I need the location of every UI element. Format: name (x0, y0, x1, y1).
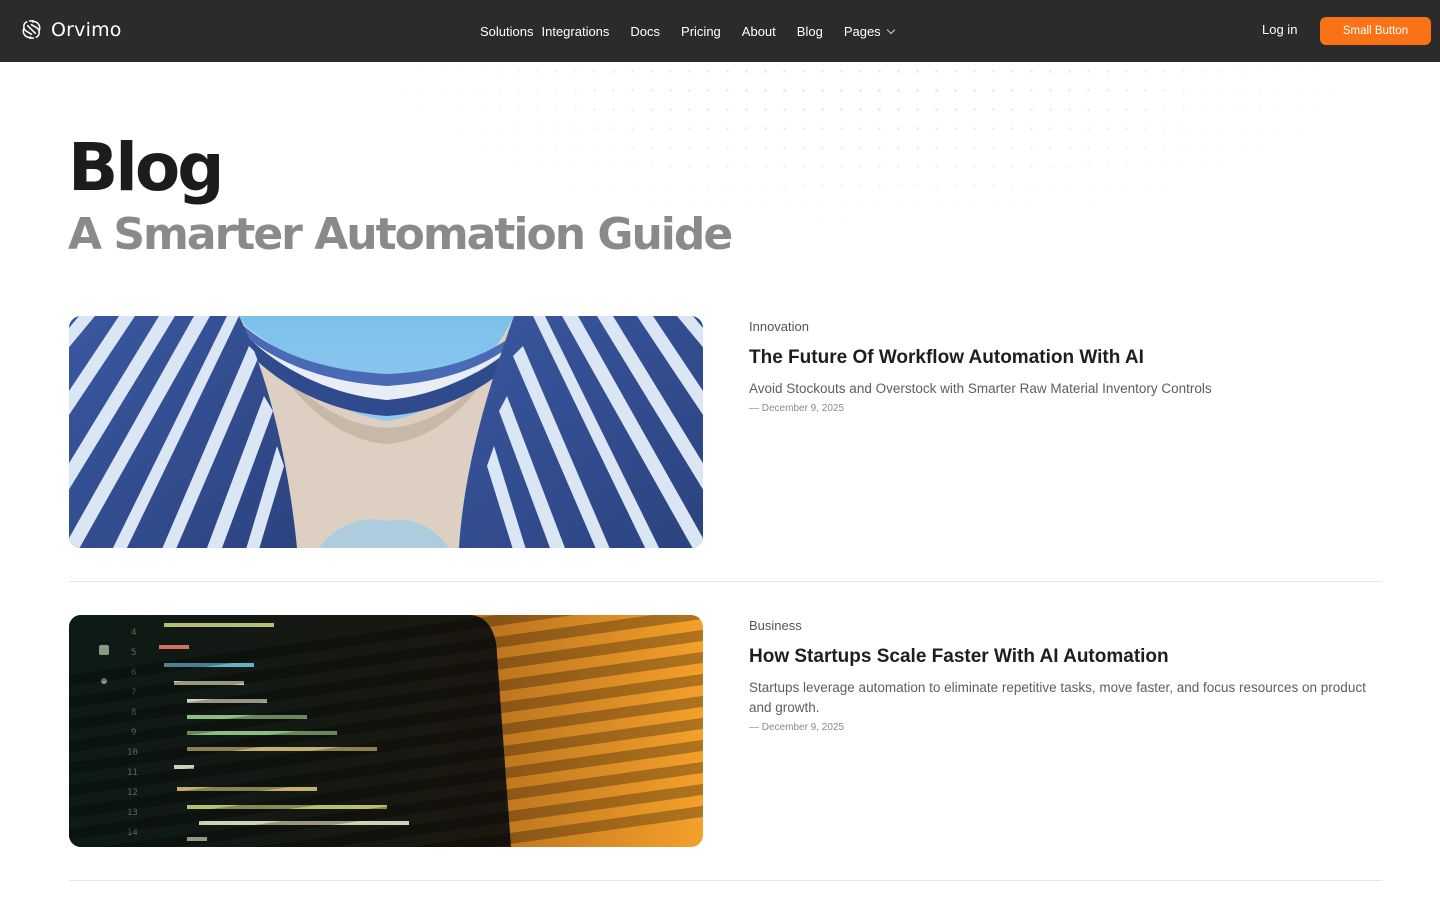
page-title: Blog (68, 129, 225, 206)
post-content: Innovation The Future Of Workflow Automa… (749, 316, 1379, 417)
post-thumbnail-code[interactable]: 456 789 101112 1314 (69, 615, 703, 847)
post-excerpt: Startups leverage automation to eliminat… (749, 680, 1366, 715)
main-nav: Solutions Integrations Docs Pricing Abou… (480, 0, 895, 62)
nav-link-about[interactable]: About (742, 24, 776, 39)
brand-name: Orvimo (51, 18, 122, 41)
post-date: — December 9, 2025 (749, 403, 845, 414)
small-cta-button[interactable]: Small Button (1320, 17, 1431, 45)
nav-link-pages-label: Pages (843, 23, 881, 39)
post-title[interactable]: How Startups Scale Faster With AI Automa… (749, 644, 1379, 670)
nav-link-blog[interactable]: Blog (797, 24, 823, 39)
post-category[interactable]: Business (749, 616, 1379, 636)
post-content: Business How Startups Scale Faster With … (749, 615, 1379, 736)
orvimo-logo-icon (19, 17, 44, 42)
nav-link-pricing[interactable]: Pricing (681, 24, 721, 39)
top-navbar: Orvimo Solutions Integrations Docs Prici… (0, 0, 1440, 62)
post-category[interactable]: Innovation (749, 317, 1379, 337)
nav-link-solutions[interactable]: Solutions (480, 24, 533, 39)
nav-link-integrations[interactable]: Integrations (541, 24, 609, 39)
svg-text:4: 4 (131, 628, 136, 638)
svg-text:5: 5 (131, 648, 136, 658)
post-date: — December 9, 2025 (749, 722, 845, 733)
dot-pattern-background (300, 62, 1440, 322)
nav-link-docs[interactable]: Docs (630, 24, 660, 39)
blog-post-card[interactable]: Innovation The Future Of Workflow Automa… (69, 316, 1382, 582)
post-excerpt: Avoid Stockouts and Overstock with Smart… (749, 381, 1212, 396)
code-screen-photo: 456 789 101112 1314 (69, 615, 703, 847)
architecture-photo (69, 316, 703, 548)
post-title[interactable]: The Future Of Workflow Automation With A… (749, 345, 1379, 371)
blog-post-card[interactable]: 456 789 101112 1314 (69, 615, 1382, 881)
brand-logo[interactable]: Orvimo (19, 17, 122, 42)
chevron-down-icon (886, 25, 895, 34)
page-subtitle: A Smarter Automation Guide (68, 209, 733, 260)
nav-link-pages[interactable]: Pages (843, 23, 895, 39)
post-thumbnail-architecture[interactable] (69, 316, 703, 548)
login-link[interactable]: Log in (1262, 22, 1297, 37)
